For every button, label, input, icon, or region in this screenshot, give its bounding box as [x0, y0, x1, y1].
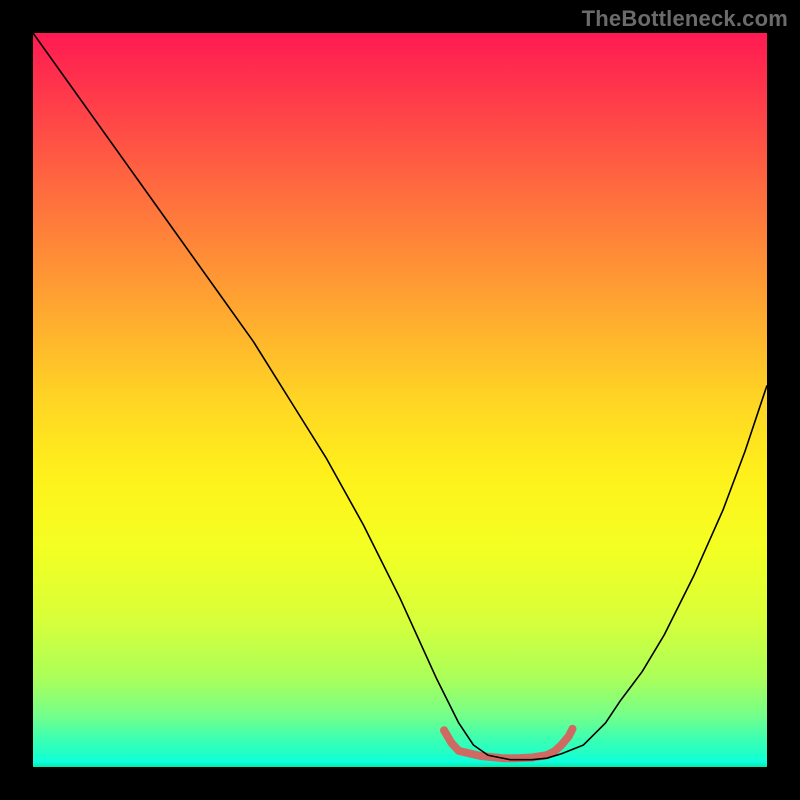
chart-container: TheBottleneck.com — [0, 0, 800, 800]
bottleneck-curve — [33, 33, 767, 760]
watermark-text: TheBottleneck.com — [582, 6, 788, 32]
curves-svg — [33, 33, 767, 767]
plot-area — [33, 33, 767, 767]
highlight-band — [444, 729, 572, 758]
